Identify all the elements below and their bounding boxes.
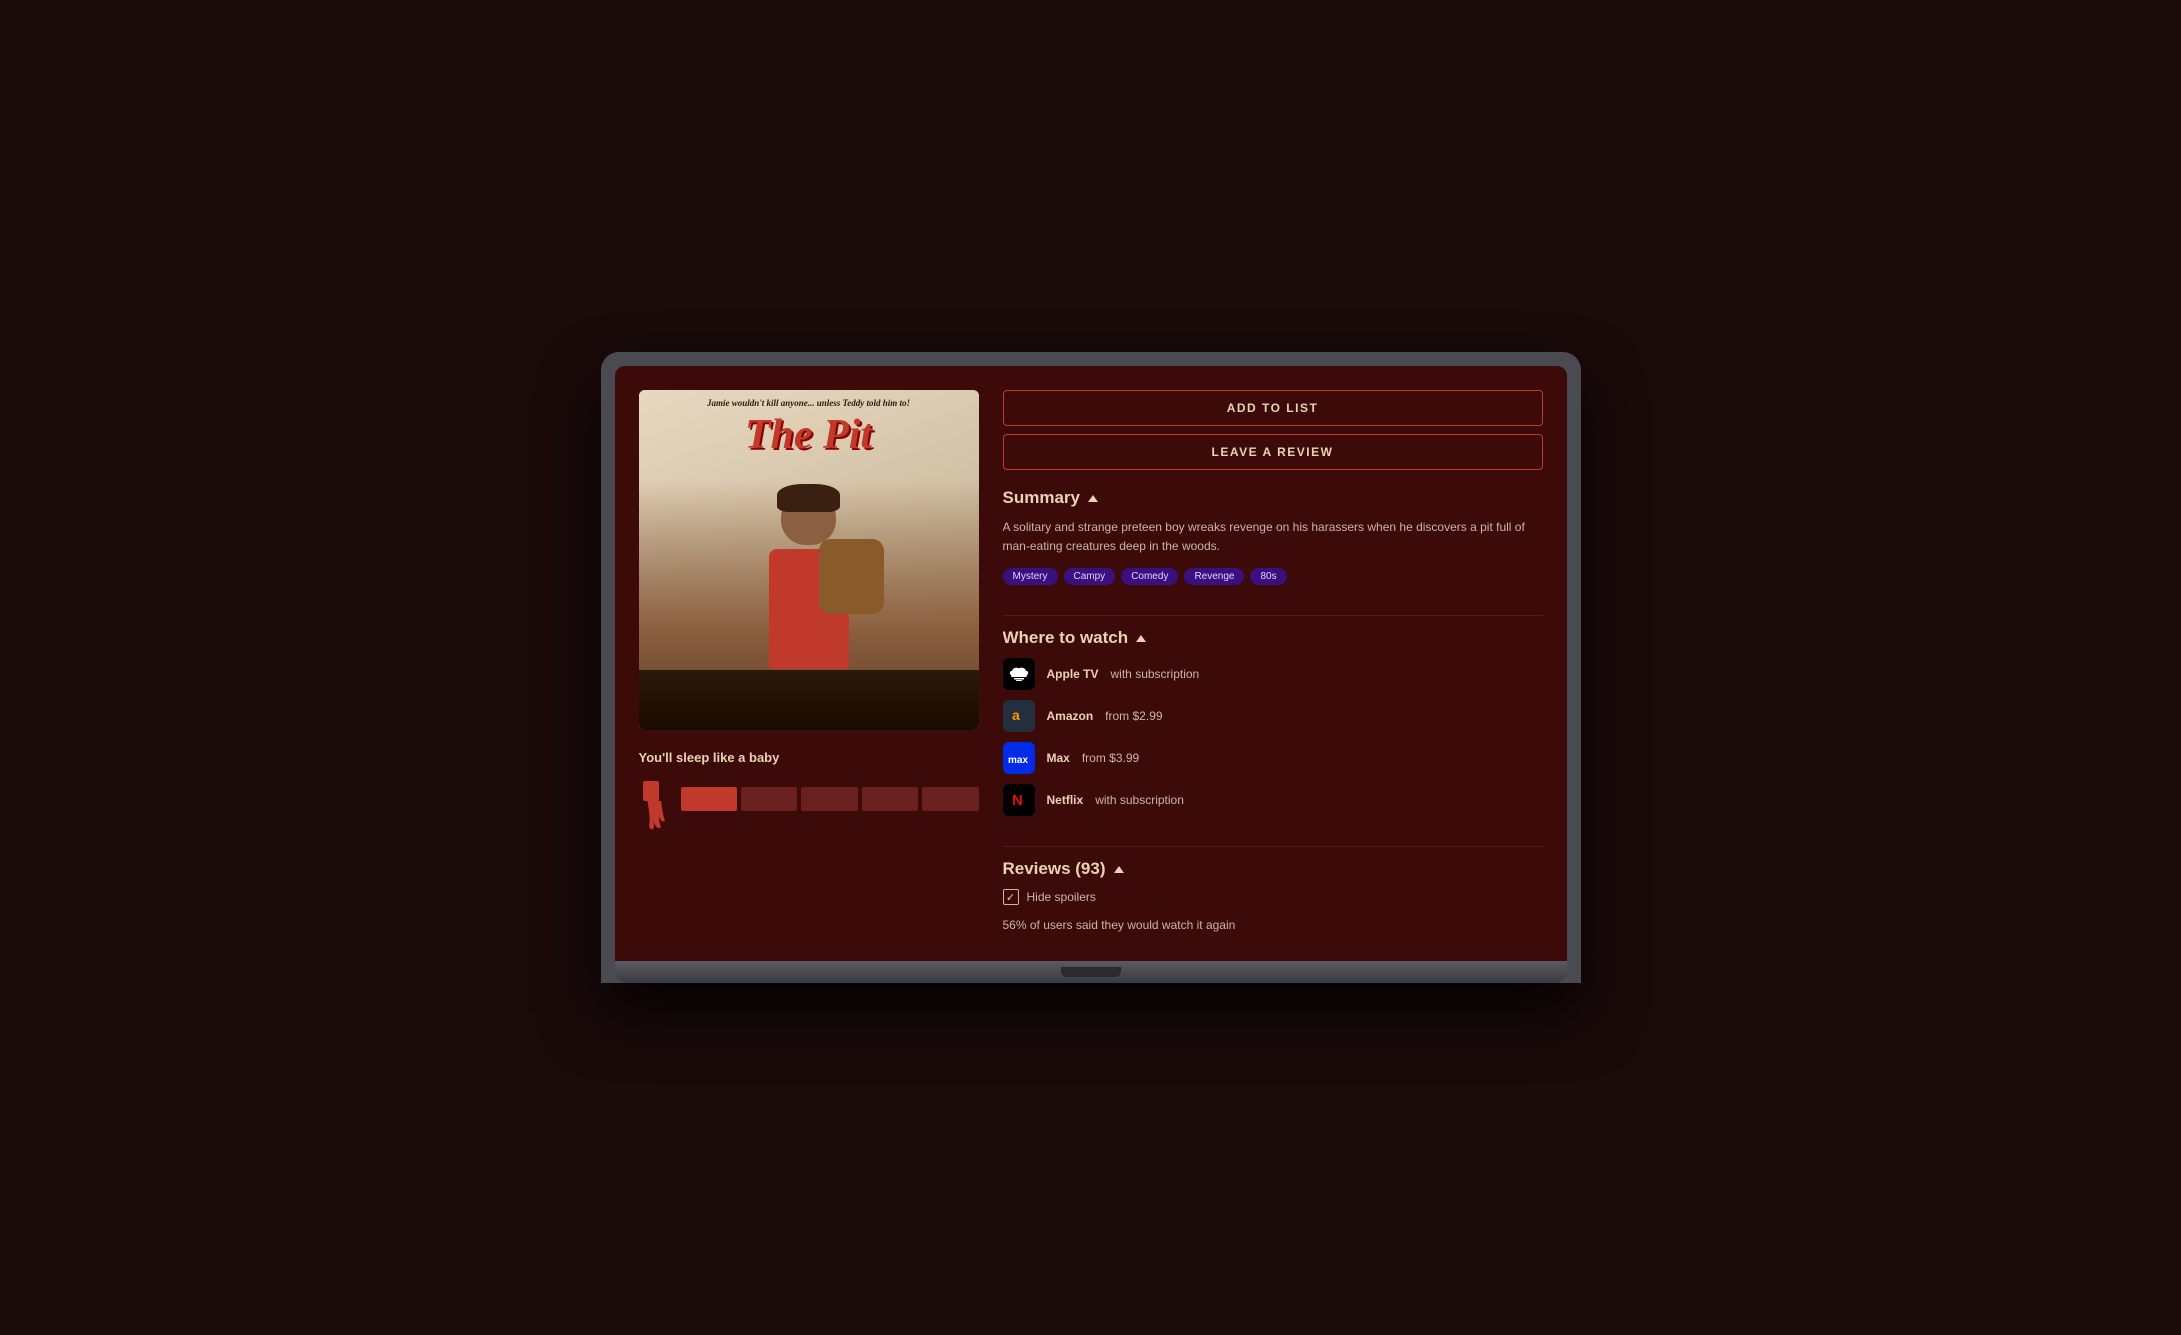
sleep-bar-5 [922, 787, 978, 811]
summary-body: A solitary and strange preteen boy wreak… [1003, 518, 1543, 585]
summary-chevron-icon[interactable] [1088, 495, 1098, 502]
sleep-bar-container [639, 781, 979, 831]
leave-review-button[interactable]: LEAVE A REVIEW [1003, 434, 1543, 470]
reviews-section-header: Reviews (93) [1003, 859, 1543, 879]
sleep-bar-1 [681, 787, 737, 811]
poster-teddy [819, 539, 884, 614]
max-name: Max [1047, 751, 1070, 765]
tag-comedy[interactable]: Comedy [1121, 568, 1178, 585]
appletv-logo[interactable] [1003, 658, 1035, 690]
where-to-watch-body: Apple TV with subscription a A [1003, 658, 1543, 816]
action-buttons: ADD TO LIST LEAVE A REVIEW [1003, 390, 1543, 470]
poster-tagline: Jamie wouldn't kill anyone... unless Ted… [647, 398, 971, 408]
divider-1 [1003, 615, 1543, 616]
screen-content: Jamie wouldn't kill anyone... unless Ted… [615, 366, 1567, 961]
streaming-item-max: max Max from $3.99 [1003, 742, 1543, 774]
tag-campy[interactable]: Campy [1064, 568, 1116, 585]
hide-spoilers-label: Hide spoilers [1027, 890, 1096, 904]
amazon-logo[interactable]: a [1003, 700, 1035, 732]
poster-title: The Pit [639, 414, 979, 456]
netflix-price: with subscription [1095, 793, 1184, 807]
laptop-frame: Jamie wouldn't kill anyone... unless Ted… [601, 352, 1581, 983]
tag-80s[interactable]: 80s [1250, 568, 1286, 585]
tag-mystery[interactable]: Mystery [1003, 568, 1058, 585]
poster-creature [639, 670, 979, 730]
reviews-title: Reviews (93) [1003, 859, 1106, 879]
left-panel: Jamie wouldn't kill anyone... unless Ted… [639, 390, 979, 937]
hide-spoilers-row: Hide spoilers [1003, 889, 1543, 905]
laptop-base [615, 961, 1567, 983]
where-to-watch-section-header: Where to watch [1003, 628, 1543, 648]
summary-title: Summary [1003, 488, 1080, 508]
summary-text: A solitary and strange preteen boy wreak… [1003, 518, 1543, 556]
amazon-price: from $2.99 [1105, 709, 1162, 723]
drip-icon [639, 781, 675, 831]
summary-section-header: Summary [1003, 488, 1543, 508]
netflix-logo[interactable]: N [1003, 784, 1035, 816]
tag-revenge[interactable]: Revenge [1184, 568, 1244, 585]
sleep-bar-4 [862, 787, 918, 811]
appletv-price: with subscription [1111, 667, 1200, 681]
poster-body [769, 549, 849, 669]
poster-figure [639, 480, 979, 730]
sleep-bar-2 [741, 787, 797, 811]
hide-spoilers-checkbox[interactable] [1003, 889, 1019, 905]
svg-text:max: max [1008, 755, 1028, 765]
where-to-watch-title: Where to watch [1003, 628, 1129, 648]
movie-poster: Jamie wouldn't kill anyone... unless Ted… [639, 390, 979, 730]
max-logo[interactable]: max [1003, 742, 1035, 774]
laptop-notch [1061, 967, 1121, 977]
sleep-bars [681, 785, 979, 813]
add-to-list-button[interactable]: ADD TO LIST [1003, 390, 1543, 426]
streaming-list: Apple TV with subscription a A [1003, 658, 1543, 816]
poster-hair [777, 484, 840, 512]
sleep-bar-3 [801, 787, 857, 811]
reviews-section: Reviews (93) Hide spoilers 56% of users … [1003, 859, 1543, 937]
reviews-chevron-icon[interactable] [1114, 866, 1124, 873]
where-to-watch-chevron-icon[interactable] [1136, 635, 1146, 642]
streaming-item-amazon: a Amazon from $2.99 [1003, 700, 1543, 732]
divider-2 [1003, 846, 1543, 847]
streaming-item-appletv: Apple TV with subscription [1003, 658, 1543, 690]
svg-text:N: N [1012, 792, 1023, 809]
right-panel: ADD TO LIST LEAVE A REVIEW Summary A sol… [1003, 390, 1543, 937]
streaming-item-netflix: N Netflix with subscription [1003, 784, 1543, 816]
poster-head [781, 490, 836, 545]
laptop-container: Jamie wouldn't kill anyone... unless Ted… [601, 352, 1581, 983]
tags-container: Mystery Campy Comedy Revenge 80s [1003, 568, 1543, 585]
review-stat-1: 56% of users said they would watch it ag… [1003, 915, 1543, 935]
poster-art: Jamie wouldn't kill anyone... unless Ted… [639, 390, 979, 730]
svg-text:a: a [1012, 707, 1020, 723]
laptop-screen: Jamie wouldn't kill anyone... unless Ted… [615, 366, 1567, 961]
sleep-label: You'll sleep like a baby [639, 750, 979, 765]
netflix-name: Netflix [1047, 793, 1084, 807]
appletv-name: Apple TV [1047, 667, 1099, 681]
amazon-name: Amazon [1047, 709, 1094, 723]
max-price: from $3.99 [1082, 751, 1139, 765]
